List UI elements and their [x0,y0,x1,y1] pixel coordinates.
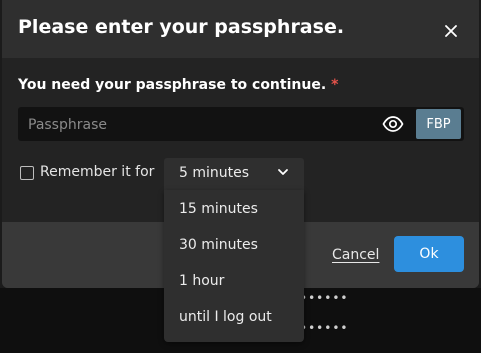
duration-select-value: 5 minutes [179,165,250,181]
duration-option[interactable]: 15 minutes [164,192,304,228]
duration-select[interactable]: 5 minutes [164,158,304,190]
dialog-title: Please enter your passphrase. [18,16,345,38]
duration-option-label: 1 hour [179,273,225,289]
ok-button[interactable]: Ok [394,236,464,272]
duration-option[interactable]: 30 minutes [164,228,304,264]
passphrase-field: FBP [18,107,464,143]
passphrase-input[interactable] [26,107,370,143]
prompt-text: You need your passphrase to continue. [18,77,327,93]
duration-option-label: until I log out [179,309,272,325]
cancel-button[interactable]: Cancel [332,247,379,263]
duration-option-label: 15 minutes [179,201,258,217]
close-button[interactable] [440,20,462,42]
duration-option[interactable]: until I log out [164,300,304,336]
duration-menu: 15 minutes 30 minutes 1 hour until I log… [164,190,304,342]
fingerprint-badge: FBP [416,109,461,139]
duration-option[interactable]: 1 hour [164,264,304,300]
passphrase-prompt: You need your passphrase to continue. * [18,77,338,93]
chevron-down-icon [278,169,288,175]
masked-value: •••••• [300,291,349,305]
close-icon [445,25,457,37]
remember-label: Remember it for [40,164,155,180]
masked-value: •••••• [300,321,349,335]
duration-option-label: 30 minutes [179,237,258,253]
required-marker: * [331,77,339,93]
eye-icon[interactable] [382,115,404,133]
remember-checkbox[interactable] [20,166,34,180]
